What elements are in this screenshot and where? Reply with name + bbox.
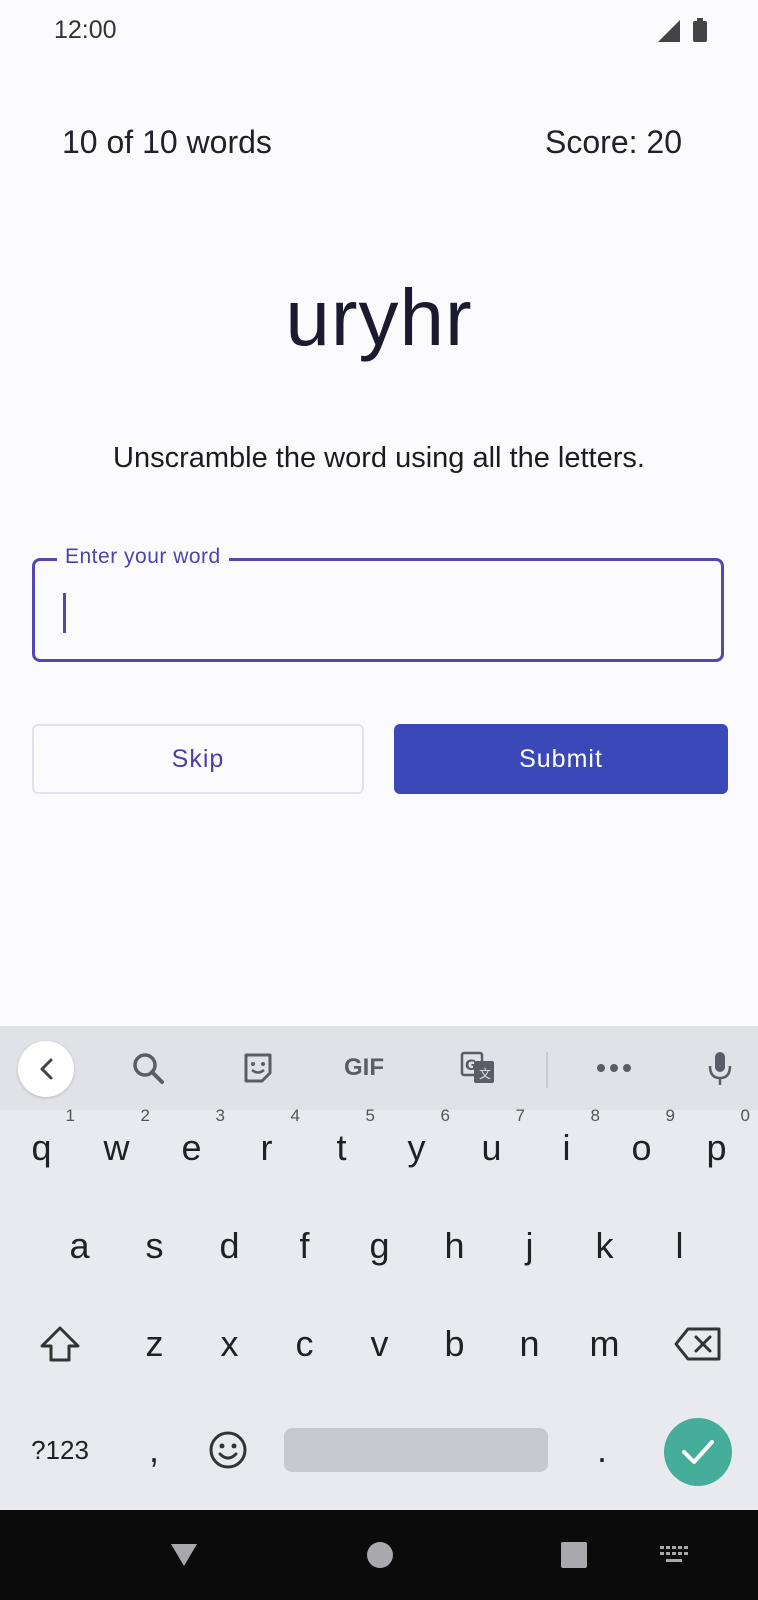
nav-home-button[interactable]	[356, 1510, 404, 1600]
keyboard-icon	[660, 1546, 688, 1562]
search-button[interactable]	[124, 1046, 172, 1090]
check-icon	[682, 1440, 714, 1464]
comma-key[interactable]: ,	[118, 1412, 190, 1488]
shift-key[interactable]	[24, 1306, 96, 1382]
chevron-left-icon	[40, 1058, 53, 1080]
status-bar: 12:00	[0, 0, 758, 62]
translate-button[interactable]: G文	[454, 1046, 502, 1090]
status-time: 12:00	[54, 16, 117, 44]
submit-button[interactable]: Submit	[394, 724, 728, 794]
svg-text:文: 文	[479, 1066, 491, 1081]
emoji-key[interactable]	[192, 1412, 264, 1488]
key-v[interactable]: v	[342, 1306, 417, 1382]
key-h[interactable]: h	[417, 1208, 492, 1284]
key-g[interactable]: g	[342, 1208, 417, 1284]
keyboard-back-button[interactable]	[18, 1041, 74, 1097]
word-input[interactable]	[35, 561, 721, 659]
emoji-icon	[209, 1431, 247, 1469]
key-j[interactable]: j	[492, 1208, 567, 1284]
key-c[interactable]: c	[267, 1306, 342, 1382]
battery-icon	[693, 18, 707, 42]
keyboard-switch-button[interactable]	[650, 1510, 698, 1600]
key-f[interactable]: f	[267, 1208, 342, 1284]
skip-button[interactable]: Skip	[32, 724, 364, 794]
gif-button[interactable]: GIF	[336, 1046, 392, 1090]
key-e[interactable]: e3	[154, 1106, 229, 1186]
instructions: Unscramble the word using all the letter…	[113, 442, 645, 474]
word-count: 10 of 10 words	[62, 124, 272, 160]
key-z[interactable]: z	[117, 1306, 192, 1382]
key-u[interactable]: u7	[454, 1106, 529, 1186]
more-icon	[597, 1064, 631, 1072]
key-b[interactable]: b	[417, 1306, 492, 1382]
back-triangle-icon	[171, 1544, 197, 1566]
score: Score: 20	[545, 124, 682, 160]
key-o[interactable]: o9	[604, 1106, 679, 1186]
nav-recents-button[interactable]	[550, 1510, 598, 1600]
key-s[interactable]: s	[117, 1208, 192, 1284]
backspace-icon	[674, 1327, 721, 1361]
nav-back-button[interactable]	[160, 1510, 208, 1600]
shift-icon	[40, 1326, 80, 1362]
key-i[interactable]: i8	[529, 1106, 604, 1186]
toolbar-divider	[546, 1052, 548, 1088]
key-x[interactable]: x	[192, 1306, 267, 1382]
key-q[interactable]: q1	[4, 1106, 79, 1186]
key-p[interactable]: p0	[679, 1106, 754, 1186]
navigation-bar	[0, 1510, 758, 1600]
keyboard-toolbar: GIF G文	[0, 1026, 758, 1110]
key-y[interactable]: y6	[379, 1106, 454, 1186]
key-w[interactable]: w2	[79, 1106, 154, 1186]
key-l[interactable]: l	[642, 1208, 717, 1284]
key-k[interactable]: k	[567, 1208, 642, 1284]
key-d[interactable]: d	[192, 1208, 267, 1284]
mic-button[interactable]	[696, 1046, 744, 1090]
more-button[interactable]	[590, 1046, 638, 1090]
backspace-key[interactable]	[660, 1306, 736, 1382]
key-n[interactable]: n	[492, 1306, 567, 1382]
done-key[interactable]	[664, 1418, 732, 1486]
key-t[interactable]: t5	[304, 1106, 379, 1186]
key-r[interactable]: r4	[229, 1106, 304, 1186]
home-circle-icon	[367, 1542, 393, 1568]
key-m[interactable]: m	[567, 1306, 642, 1382]
soft-keyboard: GIF G文 q1 w2 e3 r4 t5 y6 u7 i8 o9 p0 a s…	[0, 1026, 758, 1510]
symbols-key[interactable]: ?123	[18, 1412, 102, 1488]
period-key[interactable]: .	[566, 1412, 638, 1488]
sticker-icon	[244, 1053, 272, 1083]
translate-icon: G文	[460, 1051, 494, 1083]
recents-square-icon	[561, 1542, 587, 1568]
sticker-button[interactable]	[234, 1046, 282, 1090]
word-input-field[interactable]: Enter your word	[32, 545, 724, 662]
scrambled-word: uryhr	[285, 273, 473, 362]
signal-icon	[658, 20, 680, 42]
space-key[interactable]	[284, 1428, 548, 1472]
key-a[interactable]: a	[42, 1208, 117, 1284]
search-icon	[133, 1053, 164, 1084]
mic-icon	[708, 1052, 732, 1085]
svg-text:G: G	[465, 1058, 477, 1074]
